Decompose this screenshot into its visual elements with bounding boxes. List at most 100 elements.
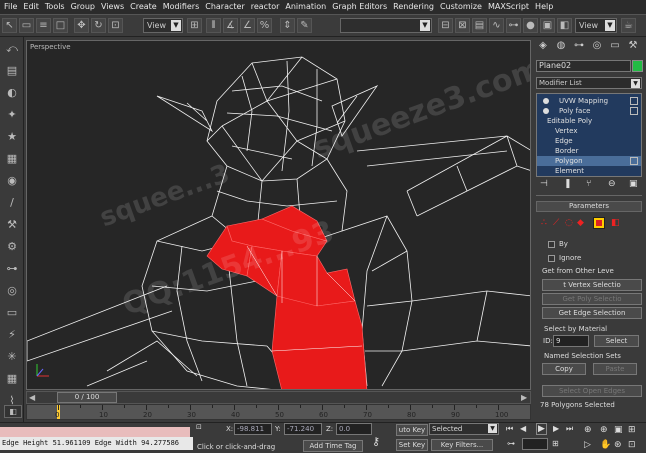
- stack-checkbox[interactable]: [630, 157, 638, 165]
- reference-coord-dropdown[interactable]: View ▼: [143, 18, 183, 33]
- field-of-view-icon[interactable]: ▷: [584, 440, 591, 450]
- render-icon[interactable]: ◧: [557, 18, 572, 33]
- menu-item-rendering[interactable]: Rendering: [390, 0, 437, 14]
- menu-item-character[interactable]: Character: [202, 0, 248, 14]
- angle-snap-icon[interactable]: ∠: [240, 18, 255, 33]
- get-poly-selection-button[interactable]: Get Poly Selectio: [542, 293, 642, 305]
- lightbulb-icon[interactable]: [543, 108, 549, 114]
- modifier-stack[interactable]: UVW Mapping Poly face Editable Poly Vertex E…: [536, 93, 642, 177]
- menu-item-create[interactable]: Create: [127, 0, 160, 14]
- orbit-icon[interactable]: ⊛: [614, 440, 622, 450]
- go-to-start-icon[interactable]: ⏮: [506, 424, 513, 434]
- modifier-stack-item[interactable]: Edge: [537, 136, 641, 146]
- menu-item-graph-editors[interactable]: Graph Editors: [329, 0, 390, 14]
- select-arrow-icon[interactable]: ↖: [2, 18, 17, 33]
- menu-item-maxscript[interactable]: MAXScript: [485, 0, 532, 14]
- prev-frame-icon[interactable]: ◀: [29, 393, 35, 402]
- mini-curve-editor-icon[interactable]: ◧: [4, 405, 22, 418]
- render-view-dropdown[interactable]: View ▼: [575, 18, 617, 33]
- menu-item-customize[interactable]: Customize: [437, 0, 485, 14]
- render-setup-icon[interactable]: ▣: [540, 18, 555, 33]
- select-name-icon[interactable]: ≡: [36, 18, 51, 33]
- go-to-end-icon[interactable]: ⏭: [566, 424, 573, 434]
- menu-item-edit[interactable]: Edit: [20, 0, 42, 14]
- menu-item-reactor[interactable]: reactor: [248, 0, 283, 14]
- quick-render-icon[interactable]: ☕: [621, 18, 636, 33]
- object-name-field[interactable]: Plane02: [536, 60, 631, 72]
- select-by-id-button[interactable]: Select: [594, 335, 639, 347]
- pivot-icon[interactable]: ⊞: [187, 18, 202, 33]
- modifier-stack-item[interactable]: Element: [537, 166, 641, 176]
- y-coordinate-field[interactable]: -71.240: [284, 423, 322, 435]
- stack-checkbox[interactable]: [630, 107, 638, 115]
- material-id-spinner[interactable]: 9: [553, 335, 589, 347]
- play-icon[interactable]: ▶: [536, 423, 547, 435]
- maximize-viewport-icon[interactable]: ⊡: [628, 440, 636, 450]
- motion-tab-icon[interactable]: ◎: [590, 39, 604, 53]
- create-tab-icon[interactable]: ◈: [536, 39, 550, 53]
- modifier-stack-item[interactable]: UVW Mapping: [537, 96, 641, 106]
- add-time-tag-button[interactable]: Add Time Tag: [303, 440, 363, 452]
- element-cube-icon[interactable]: ◧: [611, 218, 620, 228]
- display-icon[interactable]: ▭: [4, 305, 20, 321]
- layer-manager-icon[interactable]: ▤: [4, 63, 20, 79]
- object-color-swatch[interactable]: [632, 60, 643, 72]
- material-editor-icon[interactable]: ●: [523, 18, 538, 33]
- sphere-icon[interactable]: ◐: [4, 85, 20, 101]
- shape-icon[interactable]: /: [4, 195, 20, 211]
- particle-icon[interactable]: ✳: [4, 349, 20, 365]
- show-end-result-icon[interactable]: ❚: [564, 179, 572, 189]
- menu-item-modifiers[interactable]: Modifiers: [160, 0, 203, 14]
- modify-tab-icon[interactable]: ◍: [554, 39, 568, 53]
- align-icon[interactable]: ⊠: [455, 18, 470, 33]
- pin-stack-icon[interactable]: ⊣: [540, 179, 548, 189]
- modifier-stack-item[interactable]: Vertex: [537, 126, 641, 136]
- modifier-stack-item[interactable]: Polygon: [537, 156, 641, 166]
- key-filters-button[interactable]: Key Filters...: [431, 439, 493, 451]
- modifier-list-dropdown[interactable]: Modifier List ▼: [536, 77, 642, 89]
- time-config-icon[interactable]: ⊞: [552, 439, 559, 448]
- menu-item-file[interactable]: File: [1, 0, 20, 14]
- hierarchy-tab-icon[interactable]: ⊶: [572, 39, 586, 53]
- lock-icon[interactable]: ⊡: [196, 423, 202, 431]
- z-coordinate-field[interactable]: 0.0: [336, 423, 372, 435]
- motion-icon[interactable]: ◎: [4, 283, 20, 299]
- copy-button[interactable]: Copy: [542, 363, 586, 375]
- make-unique-icon[interactable]: ⑂: [586, 179, 591, 189]
- spinner-snap-icon[interactable]: ⇕: [280, 18, 295, 33]
- menu-item-help[interactable]: Help: [532, 0, 556, 14]
- vertex-icon[interactable]: ∴: [541, 218, 547, 228]
- wrench-icon[interactable]: ⚒: [4, 217, 20, 233]
- select-move-icon[interactable]: ✥: [74, 18, 89, 33]
- modifier-stack-item[interactable]: Border: [537, 146, 641, 156]
- zoom-all-icon[interactable]: ⊕: [600, 425, 608, 435]
- parameters-rollout-title[interactable]: Parameters: [536, 201, 642, 212]
- stack-checkbox[interactable]: [630, 97, 638, 105]
- remove-modifier-icon[interactable]: ⊖: [608, 179, 616, 189]
- snap-icon[interactable]: ∡: [223, 18, 238, 33]
- menu-item-views[interactable]: Views: [98, 0, 127, 14]
- schematic-icon[interactable]: ⊶: [506, 18, 521, 33]
- layer-icon[interactable]: ▤: [472, 18, 487, 33]
- hierarchy-icon[interactable]: ⊶: [4, 261, 20, 277]
- menu-item-animation[interactable]: Animation: [282, 0, 329, 14]
- modifier-stack-item[interactable]: Poly face: [537, 106, 641, 116]
- utilities-tab-icon[interactable]: ⚒: [626, 39, 640, 53]
- get-edge-selection-button[interactable]: Get Edge Selection: [542, 307, 642, 319]
- menu-item-group[interactable]: Group: [68, 0, 98, 14]
- gear-icon[interactable]: ⚙: [4, 239, 20, 255]
- get-vertex-selection-button[interactable]: t Vertex Selectio: [542, 279, 642, 291]
- mirror-icon[interactable]: ⫴: [206, 18, 221, 33]
- rect-select-icon[interactable]: □: [53, 18, 68, 33]
- percent-snap-icon[interactable]: %: [257, 18, 272, 33]
- camera-icon[interactable]: ◉: [4, 173, 20, 189]
- undo-icon[interactable]: ⤺: [4, 41, 20, 57]
- x-coordinate-field[interactable]: -98.811: [234, 423, 272, 435]
- edge-icon[interactable]: ⟋: [553, 218, 559, 228]
- time-slider[interactable]: 0 / 100 ◀ ▶: [26, 391, 531, 404]
- ignore-backfacing-checkbox[interactable]: [548, 255, 555, 262]
- set-key-button[interactable]: Set Key: [396, 439, 428, 451]
- zoom-extents-icon[interactable]: ▣: [614, 425, 623, 435]
- key-mode-icon[interactable]: ⊶: [507, 439, 515, 448]
- curve-editor-icon[interactable]: ∿: [489, 18, 504, 33]
